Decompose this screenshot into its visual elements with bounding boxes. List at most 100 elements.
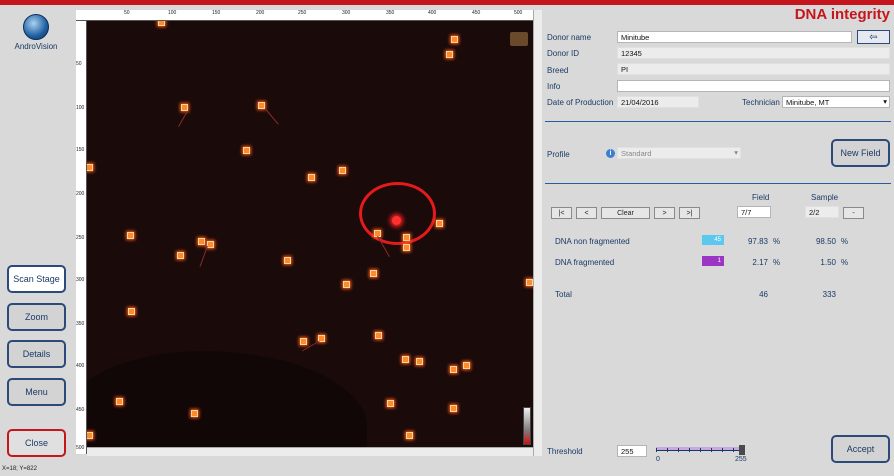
- image-shadow-region: [87, 351, 367, 447]
- ruler-tick: 250: [76, 235, 85, 241]
- detected-cell[interactable]: [416, 358, 423, 365]
- fragmented-label: DNA fragmented: [555, 258, 615, 267]
- detected-cell[interactable]: [158, 21, 165, 26]
- slider-min-label: 0: [656, 456, 660, 463]
- detected-cell[interactable]: [207, 241, 214, 248]
- detected-cell[interactable]: [343, 281, 350, 288]
- highlighted-spot: [392, 216, 401, 225]
- ruler-tick: 150: [76, 147, 85, 153]
- new-field-button[interactable]: New Field: [831, 139, 890, 167]
- menu-button[interactable]: Menu: [7, 378, 66, 406]
- slider-tick: [667, 448, 668, 452]
- detected-cell[interactable]: [258, 102, 265, 109]
- technician-select[interactable]: Minitube, MT ▾: [782, 96, 890, 108]
- detected-cell[interactable]: [243, 147, 250, 154]
- percent-unit: %: [773, 258, 781, 267]
- technician-value: Minitube, MT: [786, 98, 830, 107]
- detected-cell[interactable]: [375, 332, 382, 339]
- horizontal-scrollbar[interactable]: [87, 447, 533, 456]
- detected-cell[interactable]: [339, 167, 346, 174]
- percent-unit: %: [841, 237, 849, 246]
- slider-tick: [711, 448, 712, 452]
- detected-cell[interactable]: [403, 234, 410, 241]
- detected-cell[interactable]: [403, 244, 410, 251]
- non-fragmented-field-pct: 97.83: [747, 237, 768, 246]
- close-button[interactable]: Close: [7, 429, 66, 457]
- info-icon[interactable]: i: [606, 149, 615, 158]
- threshold-slider-thumb[interactable]: [739, 445, 745, 455]
- donor-name-label: Donor name: [547, 33, 592, 42]
- detected-cell[interactable]: [450, 366, 457, 373]
- detected-cell[interactable]: [128, 308, 135, 315]
- detected-cell[interactable]: [308, 174, 315, 181]
- ruler-top: 50 100 150 200 250 300 350 400 450 500: [76, 10, 542, 21]
- detected-cell[interactable]: [177, 252, 184, 259]
- threshold-input[interactable]: 255: [617, 445, 647, 457]
- total-field: 46: [759, 290, 768, 299]
- detected-cell[interactable]: [451, 36, 458, 43]
- detected-cell[interactable]: [446, 51, 453, 58]
- detected-cell[interactable]: [116, 398, 123, 405]
- last-button[interactable]: >|: [679, 207, 700, 219]
- detected-cell[interactable]: [402, 356, 409, 363]
- detected-cell[interactable]: [127, 232, 134, 239]
- detected-cell[interactable]: [370, 270, 377, 277]
- ruler-tick: 100: [168, 10, 177, 16]
- ruler-tick: 150: [212, 10, 221, 16]
- technician-label: Technician: [742, 98, 780, 107]
- top-accent-bar: [0, 0, 894, 5]
- detected-cell[interactable]: [436, 220, 443, 227]
- vertical-scrollbar[interactable]: [533, 10, 542, 456]
- detected-cell[interactable]: [526, 279, 533, 286]
- slider-tick: [700, 448, 701, 452]
- fragmented-swatch: 1: [702, 256, 724, 266]
- percent-unit: %: [773, 237, 781, 246]
- field-counter[interactable]: 7/7: [737, 206, 771, 218]
- detected-cell[interactable]: [198, 238, 205, 245]
- scan-stage-button[interactable]: Scan Stage: [7, 265, 66, 293]
- detected-cell[interactable]: [463, 362, 470, 369]
- first-button[interactable]: |<: [551, 207, 572, 219]
- zoom-button[interactable]: Zoom: [7, 303, 66, 331]
- date-label: Date of Production: [547, 98, 614, 107]
- slider-tick: [656, 448, 657, 452]
- ruler-tick: 50: [124, 10, 130, 16]
- cursor-coordinates: X=18; Y=822: [2, 466, 37, 472]
- donor-name-field[interactable]: Minitube: [617, 31, 852, 43]
- clear-button[interactable]: Clear: [601, 207, 650, 219]
- detected-cell[interactable]: [284, 257, 291, 264]
- threshold-slider[interactable]: [656, 448, 744, 452]
- ruler-tick: 200: [76, 191, 85, 197]
- ruler-tick: 200: [256, 10, 265, 16]
- ruler-tick: 50: [76, 61, 82, 67]
- donor-id-label: Donor ID: [547, 49, 580, 58]
- ruler-tick: 500: [76, 445, 85, 451]
- ruler-tick: 350: [386, 10, 395, 16]
- info-field[interactable]: [617, 80, 890, 92]
- detected-cell[interactable]: [406, 432, 413, 439]
- total-sample: 333: [822, 290, 836, 299]
- intensity-scale-bar: [523, 407, 531, 445]
- ruler-tick: 300: [76, 277, 85, 283]
- detected-cell[interactable]: [450, 405, 457, 412]
- prev-button[interactable]: <: [576, 207, 597, 219]
- accept-button[interactable]: Accept: [831, 435, 890, 463]
- divider: [545, 183, 891, 184]
- detected-cell[interactable]: [300, 338, 307, 345]
- detected-cell[interactable]: [191, 410, 198, 417]
- microscope-image[interactable]: [87, 21, 533, 447]
- details-button[interactable]: Details: [7, 340, 66, 368]
- next-button[interactable]: >: [654, 207, 675, 219]
- detected-cell[interactable]: [87, 432, 93, 439]
- cell-tail: [178, 110, 188, 127]
- field-header: Field: [752, 193, 770, 202]
- profile-select: Standard ▾: [617, 147, 741, 159]
- folder-icon[interactable]: [510, 32, 528, 46]
- ruler-tick: 450: [76, 407, 85, 413]
- detected-cell[interactable]: [387, 400, 394, 407]
- androvision-logo: AndroVision: [10, 14, 62, 58]
- back-arrow-button[interactable]: ⇦: [857, 30, 890, 44]
- ruler-tick: 100: [76, 105, 85, 111]
- sample-button[interactable]: -: [843, 207, 864, 219]
- detected-cell[interactable]: [87, 164, 93, 171]
